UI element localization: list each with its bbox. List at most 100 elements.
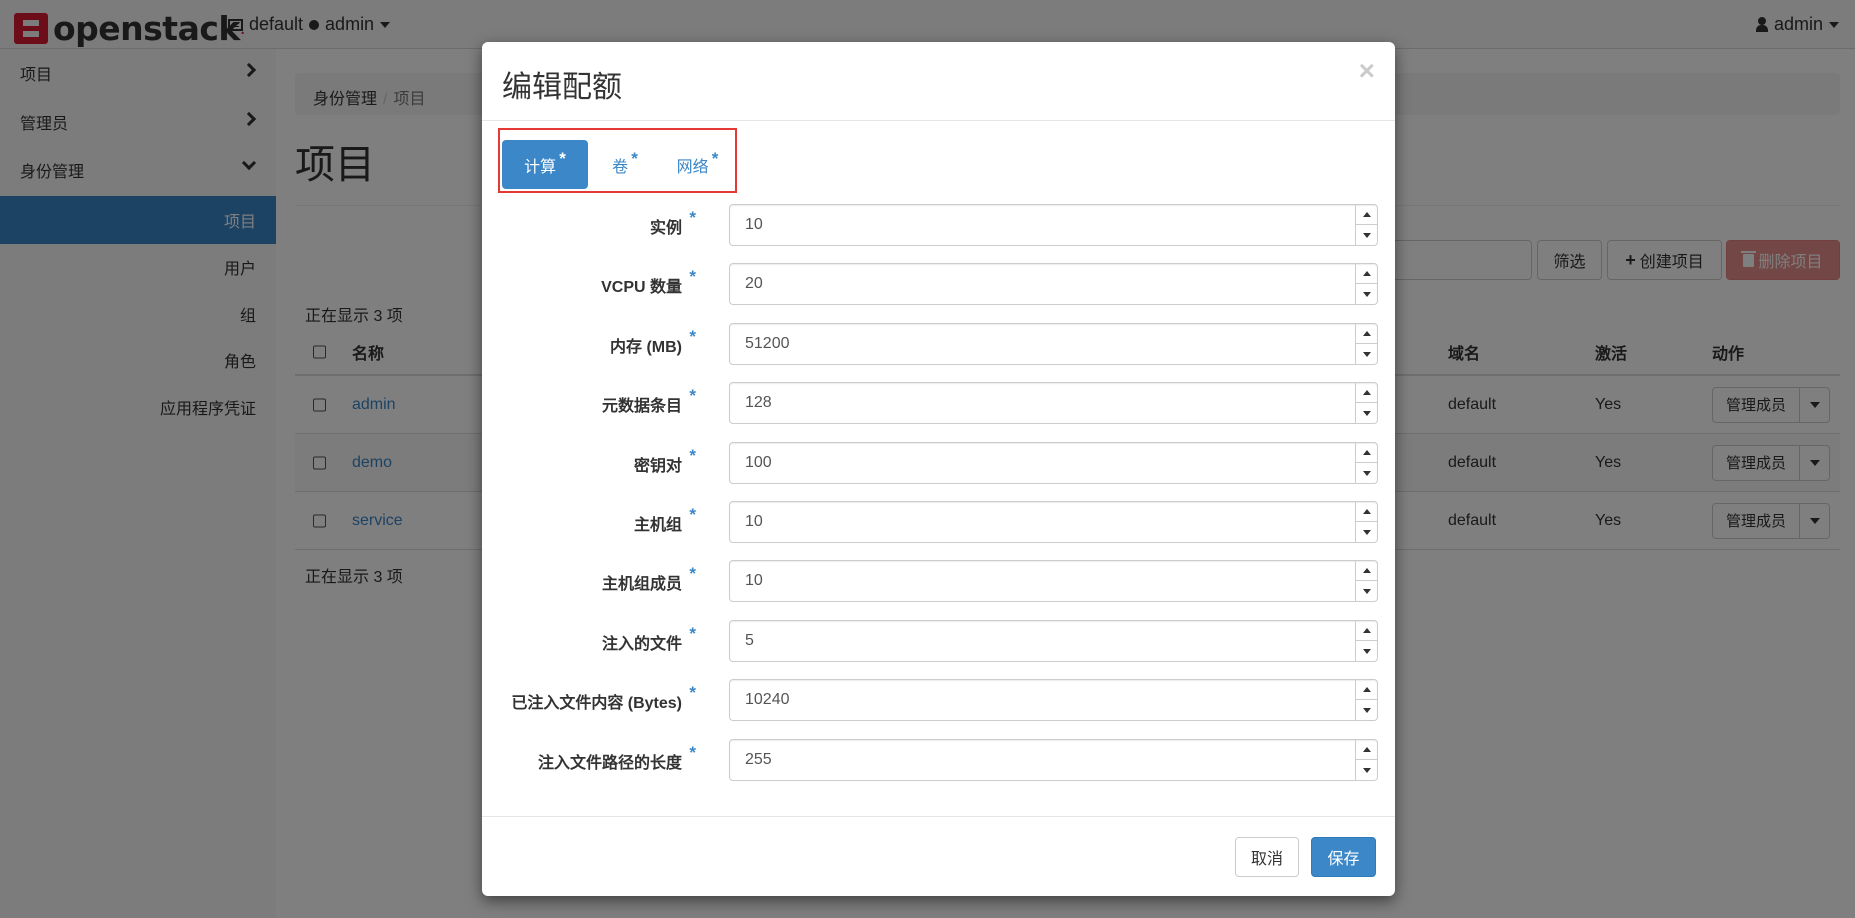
quota-number-input[interactable]: 255 [729,739,1378,781]
field-label-text: VCPU 数量 [601,279,682,296]
number-spinner [1355,680,1377,720]
arrow-up-icon [1362,568,1371,573]
increment-button[interactable] [1356,621,1377,641]
tab-compute[interactable]: 计算 * [502,140,588,189]
field-label-text: 密钥对 [633,458,682,475]
quota-number-input[interactable]: 10 [729,501,1378,543]
quota-number-input[interactable]: 10240 [729,679,1378,721]
quota-number-input[interactable]: 51200 [729,323,1378,365]
required-icon: * [689,743,696,762]
arrow-up-icon [1362,747,1371,752]
quota-field-label: 内存 (MB) * [610,327,696,357]
tab-label: 卷 [612,158,629,176]
quota-field-row: 已注入文件内容 (Bytes) * 10240 [482,679,1395,721]
increment-button[interactable] [1356,264,1377,284]
quota-value: 10240 [745,691,790,708]
increment-button[interactable] [1356,502,1377,522]
required-icon: * [689,327,696,346]
quota-field-label: 元数据条目 * [601,386,696,416]
quota-field-row: 主机组成员 * 10 [482,560,1395,602]
quota-field-label: 已注入文件内容 (Bytes) * [511,683,696,713]
quota-field-label: 实例 * [649,208,696,238]
increment-button[interactable] [1356,443,1377,463]
required-icon: * [689,505,696,524]
number-spinner [1355,740,1377,780]
field-label-text: 元数据条目 [601,398,682,415]
quota-number-input[interactable]: 10 [729,204,1378,246]
required-icon: * [711,148,719,168]
required-icon: * [689,446,696,465]
modal-header: 编辑配额 × [482,42,1395,121]
decrement-button[interactable] [1356,344,1377,364]
number-spinner [1355,264,1377,304]
arrow-down-icon [1362,767,1371,773]
decrement-button[interactable] [1356,403,1377,423]
number-spinner [1355,324,1377,364]
field-label-text: 已注入文件内容 (Bytes) [511,695,682,712]
quota-value: 10 [745,572,763,589]
required-icon: * [689,386,696,405]
arrow-down-icon [1362,470,1371,476]
arrow-down-icon [1362,232,1371,238]
required-icon: * [689,683,696,702]
decrement-button[interactable] [1356,581,1377,601]
quota-number-input[interactable]: 20 [729,263,1378,305]
increment-button[interactable] [1356,740,1377,760]
arrow-up-icon [1362,628,1371,633]
arrow-down-icon [1362,410,1371,416]
required-icon: * [689,267,696,286]
arrow-up-icon [1362,271,1371,276]
arrow-up-icon [1362,687,1371,692]
required-icon: * [689,208,696,227]
decrement-button[interactable] [1356,225,1377,245]
field-label-text: 注入的文件 [601,636,682,653]
arrow-up-icon [1362,331,1371,336]
quota-field-row: 注入的文件 * 5 [482,620,1395,662]
arrow-up-icon [1362,390,1371,395]
quota-number-input[interactable]: 5 [729,620,1378,662]
increment-button[interactable] [1356,324,1377,344]
number-spinner [1355,383,1377,423]
increment-button[interactable] [1356,205,1377,225]
quota-field-row: VCPU 数量 * 20 [482,263,1395,305]
decrement-button[interactable] [1356,463,1377,483]
tab-network[interactable]: 网络 * [660,140,735,189]
field-label-text: 主机组 [633,517,682,534]
increment-button[interactable] [1356,680,1377,700]
tab-volume[interactable]: 卷 * [595,140,655,189]
required-icon: * [631,148,638,168]
decrement-button[interactable] [1356,522,1377,542]
quota-number-input[interactable]: 128 [729,382,1378,424]
decrement-button[interactable] [1356,641,1377,661]
quota-field-label: 注入文件路径的长度 * [537,743,696,773]
tab-label: 网络 [676,158,709,176]
required-icon: * [559,148,566,168]
cancel-button[interactable]: 取消 [1235,837,1299,877]
number-spinner [1355,561,1377,601]
close-icon[interactable]: × [1359,57,1375,85]
quota-value: 51200 [745,335,790,352]
arrow-up-icon [1362,450,1371,455]
quota-field-label: 主机组成员 * [602,564,696,594]
quota-field-label: 注入的文件 * [601,624,696,654]
arrow-down-icon [1362,291,1371,297]
quota-value: 128 [745,394,772,411]
arrow-up-icon [1362,509,1371,514]
quota-field-row: 内存 (MB) * 51200 [482,323,1395,365]
quota-field-label: 密钥对 * [633,446,696,476]
quota-number-input[interactable]: 10 [729,560,1378,602]
save-button[interactable]: 保存 [1311,837,1376,877]
increment-button[interactable] [1356,561,1377,581]
number-spinner [1355,443,1377,483]
increment-button[interactable] [1356,383,1377,403]
field-label-text: 注入文件路径的长度 [537,755,682,772]
decrement-button[interactable] [1356,284,1377,304]
decrement-button[interactable] [1356,760,1377,780]
number-spinner [1355,502,1377,542]
quota-number-input[interactable]: 100 [729,442,1378,484]
quota-field-label: VCPU 数量 * [601,267,696,297]
field-label-text: 实例 [649,220,682,237]
quota-value: 10 [745,513,763,530]
quota-value: 100 [745,454,772,471]
decrement-button[interactable] [1356,700,1377,720]
